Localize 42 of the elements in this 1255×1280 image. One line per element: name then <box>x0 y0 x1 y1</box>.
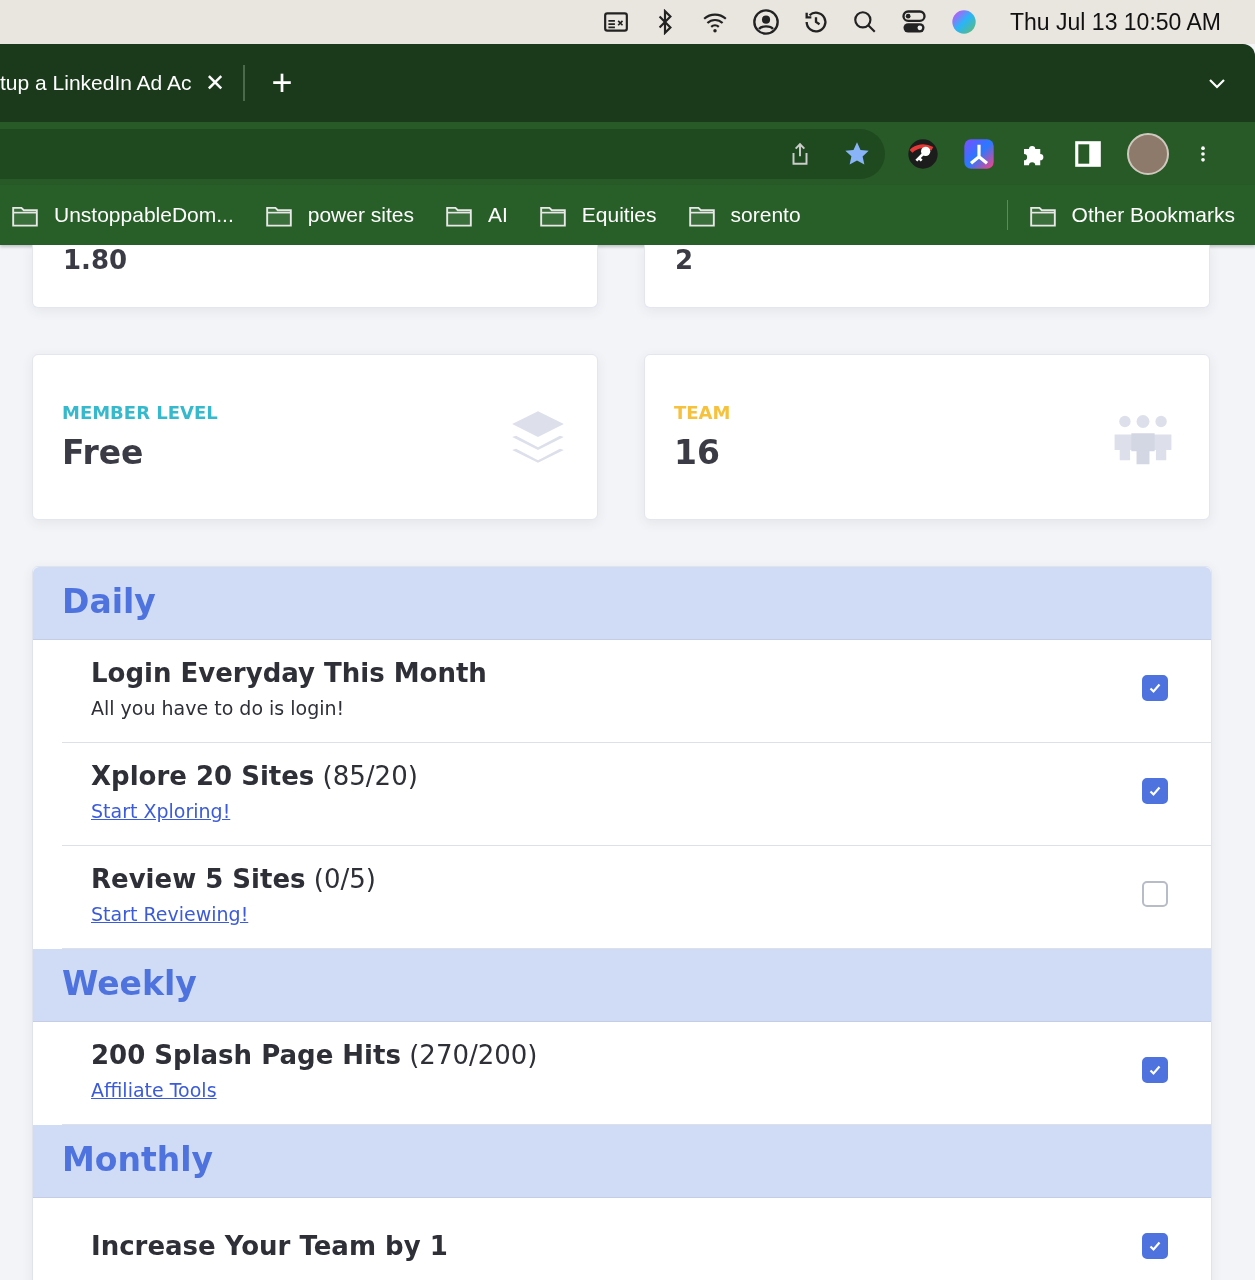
toggle-icon[interactable] <box>900 8 929 36</box>
section-header: Weekly <box>33 949 1211 1022</box>
task-link[interactable]: Start Xploring! <box>91 800 231 822</box>
user-icon[interactable] <box>752 8 781 36</box>
stat-value: 16 <box>674 433 721 472</box>
app-extension-icon[interactable] <box>963 137 995 170</box>
task-checkbox[interactable] <box>1142 1233 1168 1259</box>
stat-value: 1.80 <box>63 245 129 275</box>
browser-tab[interactable]: tup a LinkedIn Ad Ac ✕ <box>0 69 244 97</box>
bookmark-item[interactable]: AI <box>444 202 508 228</box>
task-description: All you have to do is login! <box>91 697 345 719</box>
task-title: Review 5 Sites (0/5) <box>91 863 376 895</box>
section-header: Monthly <box>33 1125 1211 1198</box>
bookmark-item[interactable]: Equities <box>537 202 657 228</box>
new-tab-button[interactable]: + <box>271 65 293 101</box>
task-title: Xplore 20 Sites (85/20) <box>91 760 418 792</box>
profile-avatar[interactable] <box>1127 132 1169 175</box>
bookmark-item[interactable]: UnstoppableDom... <box>10 202 234 228</box>
stat-value: 2 <box>675 245 695 275</box>
bookmark-item[interactable]: Other Bookmarks <box>1027 202 1235 228</box>
task-checkbox[interactable] <box>1142 778 1168 804</box>
stat-label: MEMBER LEVEL <box>62 402 218 423</box>
section-header: Daily <box>33 567 1211 640</box>
orb-icon[interactable] <box>950 8 979 36</box>
stat-value: Free <box>62 433 145 472</box>
key-extension-icon[interactable] <box>907 137 939 170</box>
bookmark-item[interactable]: sorento <box>686 202 801 228</box>
menu-bar-clock: Thu Jul 13 10:50 AM <box>1010 8 1221 36</box>
keyboard-icon[interactable] <box>602 9 631 35</box>
task-title: 200 Splash Page Hits (270/200) <box>91 1039 538 1071</box>
tab-title: tup a LinkedIn Ad Ac <box>0 71 192 95</box>
bookmark-item[interactable]: power sites <box>263 202 414 228</box>
task-checkbox[interactable] <box>1142 881 1168 907</box>
task-checkbox[interactable] <box>1142 1057 1168 1083</box>
side-panel-icon[interactable] <box>1073 138 1103 169</box>
task-title: Login Everyday This Month <box>91 657 487 689</box>
stat-label: TEAM <box>674 402 731 423</box>
task-checkbox[interactable] <box>1142 675 1168 701</box>
task-link[interactable]: Start Reviewing! <box>91 903 249 925</box>
task-link[interactable]: Affiliate Tools <box>91 1079 217 1101</box>
task-title: Increase Your Team by 1 <box>91 1230 448 1262</box>
close-tab-button[interactable]: ✕ <box>205 69 226 97</box>
